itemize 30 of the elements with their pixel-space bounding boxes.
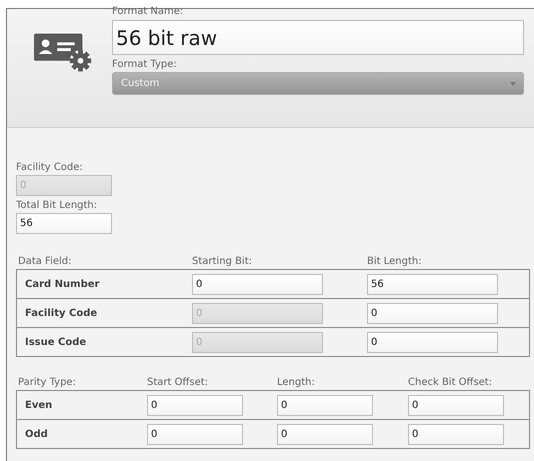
input-field[interactable]: 0 (277, 394, 373, 416)
format-type-dropdown: Custom (112, 72, 524, 95)
field-label: Facility Code: (16, 162, 84, 173)
row-label: Odd (24, 428, 49, 440)
row-label: Even (24, 400, 54, 410)
row-label: Facility Code (24, 308, 98, 318)
input-field[interactable]: 0 (408, 394, 504, 416)
input-field[interactable]: 0 (147, 424, 243, 444)
input-field[interactable]: 0 (277, 424, 373, 444)
column-header: Data Field: (17, 256, 73, 267)
column-header: Check Bit Offset: (408, 377, 494, 388)
column-header: Bit Length: (367, 256, 423, 267)
input-field[interactable]: 56 (367, 274, 498, 294)
column-header: Length: (277, 377, 316, 388)
column-header: Parity Type: (17, 377, 77, 388)
input-field[interactable]: 56 bit raw (112, 20, 524, 55)
input-field[interactable]: 0 (408, 424, 504, 444)
input-field[interactable]: 56 (16, 213, 112, 234)
caret-icon (510, 82, 516, 86)
input-field[interactable]: 0 (367, 332, 498, 352)
input-field[interactable]: 0 (147, 394, 243, 416)
row-label: Card Number (24, 278, 100, 290)
field-label: Format Type: (112, 59, 178, 70)
row-label: Issue Code (24, 336, 88, 348)
column-header: Starting Bit: (192, 256, 253, 267)
field-label: Format Name: (112, 6, 184, 18)
input-field[interactable]: 0 (192, 274, 323, 294)
input-field[interactable]: 0 (367, 302, 498, 324)
column-header: Start Offset: (147, 377, 210, 388)
field-label: Total Bit Length: (16, 200, 98, 211)
